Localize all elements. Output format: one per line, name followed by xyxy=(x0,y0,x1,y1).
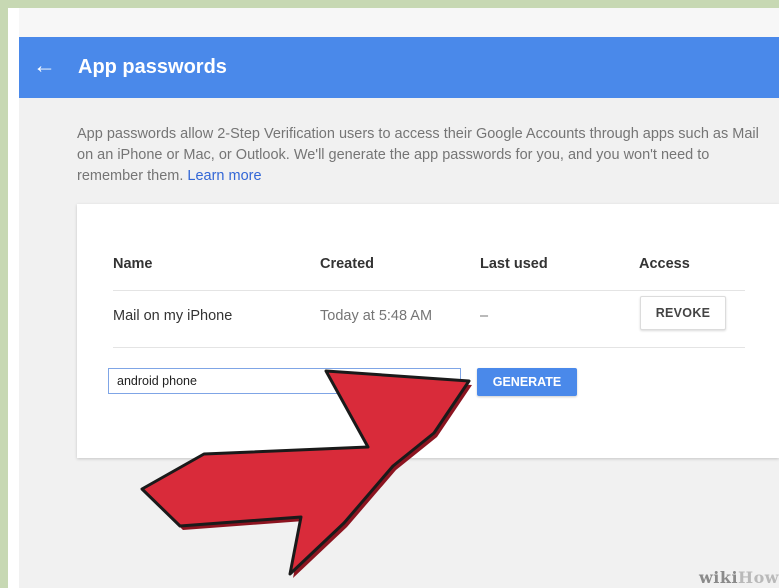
watermark-wiki: wiki xyxy=(699,568,739,587)
watermark-how: How xyxy=(738,568,779,587)
wikihow-watermark: wikiHow xyxy=(699,568,779,587)
app-screen: ← App passwords App passwords allow 2-St… xyxy=(19,8,779,588)
screenshot-frame: ← App passwords App passwords allow 2-St… xyxy=(8,8,779,588)
red-pointer-arrow-icon xyxy=(140,369,472,578)
